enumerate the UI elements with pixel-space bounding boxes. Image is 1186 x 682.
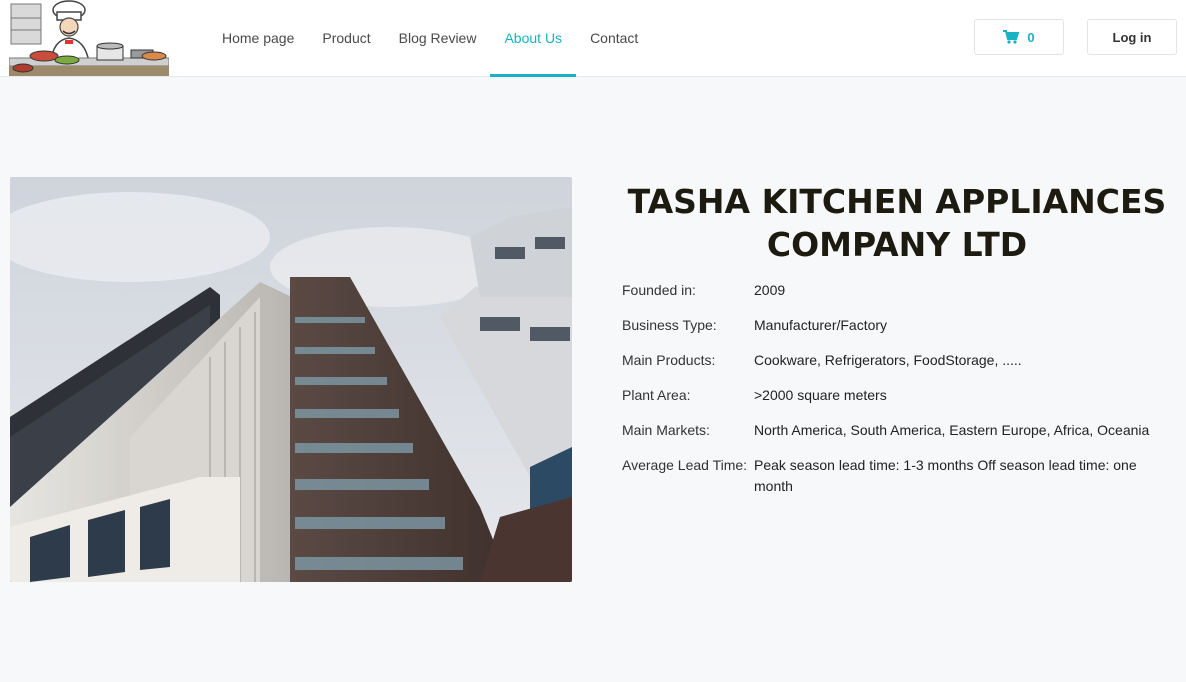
- cart-button[interactable]: 0: [974, 19, 1064, 55]
- detail-label: Main Products:: [622, 352, 716, 368]
- company-details: Founded in: 2009 Business Type: Manufact…: [622, 280, 1172, 497]
- detail-row-main-products: Main Products: Cookware, Refrigerators, …: [622, 350, 1172, 371]
- chef-logo-icon: [9, 0, 169, 76]
- nav-blog-review[interactable]: Blog Review: [385, 0, 491, 76]
- main-nav: Home page Product Blog Review About Us C…: [208, 0, 652, 77]
- detail-label: Founded in:: [622, 282, 696, 298]
- detail-label: Plant Area:: [622, 387, 691, 403]
- top-navbar: Home page Product Blog Review About Us C…: [0, 0, 1186, 77]
- nav-home[interactable]: Home page: [208, 0, 308, 76]
- detail-row-founded: Founded in: 2009: [622, 280, 1172, 301]
- cart-count: 0: [1027, 29, 1035, 45]
- detail-value: Cookware, Refrigerators, FoodStorage, ..…: [754, 352, 1022, 368]
- site-logo[interactable]: [9, 0, 169, 76]
- nav-product[interactable]: Product: [308, 0, 384, 76]
- detail-value: Peak season lead time: 1-3 months Off se…: [754, 457, 1137, 494]
- company-building-photo: [10, 177, 572, 582]
- detail-label: Main Markets:: [622, 422, 710, 438]
- company-info: TASHA KITCHEN APPLIANCES COMPANY LTD Fou…: [622, 180, 1172, 511]
- detail-value: North America, South America, Eastern Eu…: [754, 422, 1150, 438]
- shopping-cart-icon: [1003, 30, 1020, 44]
- detail-value: Manufacturer/Factory: [754, 317, 888, 333]
- detail-row-business-type: Business Type: Manufacturer/Factory: [622, 315, 1172, 336]
- company-title: TASHA KITCHEN APPLIANCES COMPANY LTD: [627, 182, 1167, 264]
- detail-row-main-markets: Main Markets: North America, South Ameri…: [622, 420, 1172, 441]
- detail-value: 2009: [754, 282, 786, 298]
- nav-about-us[interactable]: About Us: [490, 0, 576, 77]
- detail-label: Business Type:: [622, 317, 717, 333]
- nav-contact[interactable]: Contact: [576, 0, 652, 76]
- detail-row-plant-area: Plant Area: >2000 square meters: [622, 385, 1172, 406]
- login-button[interactable]: Log in: [1087, 19, 1177, 55]
- detail-row-lead-time: Average Lead Time: Peak season lead time…: [622, 455, 1172, 497]
- detail-label: Average Lead Time:: [622, 457, 748, 473]
- detail-value: >2000 square meters: [754, 387, 887, 403]
